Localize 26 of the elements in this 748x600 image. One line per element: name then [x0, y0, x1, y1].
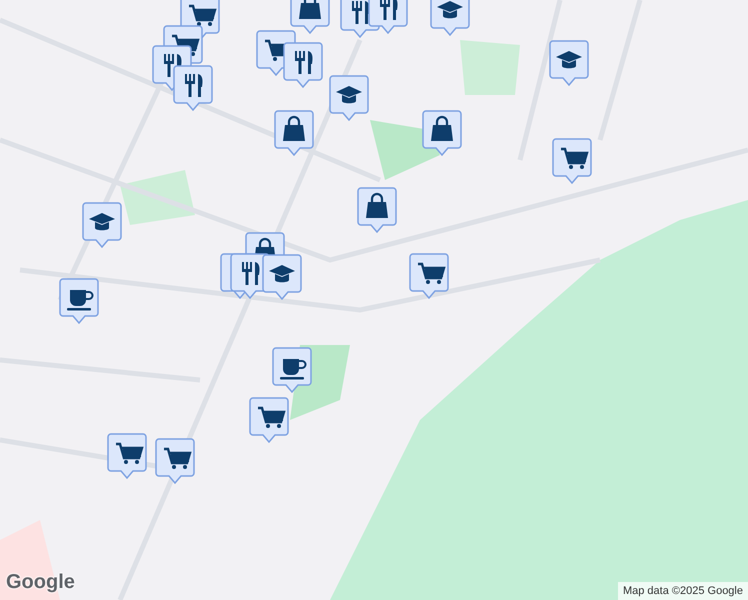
- graduation-cap-icon: [437, 1, 463, 18]
- shopping-bag-icon: [299, 0, 321, 19]
- fork-and-knife-icon: [380, 0, 398, 20]
- cart-icon: [189, 4, 217, 26]
- coffee-cup-icon: [280, 359, 306, 380]
- fork-and-knife-icon: [295, 51, 313, 74]
- fork-and-knife-icon: [242, 262, 260, 285]
- map-attribution: Map data ©2025 Google: [618, 582, 748, 600]
- cart-icon: [116, 442, 144, 464]
- cart-icon: [418, 262, 446, 284]
- graduation-cap-icon: [556, 51, 582, 68]
- shopping-bag-icon: [283, 116, 305, 141]
- fork-and-knife-icon: [352, 1, 370, 24]
- graduation-cap-icon: [269, 265, 295, 282]
- park-area: [460, 40, 520, 95]
- graduation-cap-icon: [336, 86, 362, 104]
- cart-icon: [561, 148, 589, 169]
- fork-and-knife-icon: [185, 74, 203, 97]
- graduation-cap-icon: [89, 213, 115, 230]
- shopping-bag-icon: [431, 116, 453, 141]
- cart-icon: [164, 448, 192, 469]
- google-logo[interactable]: Google: [6, 567, 75, 597]
- park-area: [370, 120, 440, 180]
- shopping-bag-icon: [366, 192, 388, 218]
- cart-icon: [258, 406, 286, 428]
- coffee-cup-icon: [67, 290, 94, 310]
